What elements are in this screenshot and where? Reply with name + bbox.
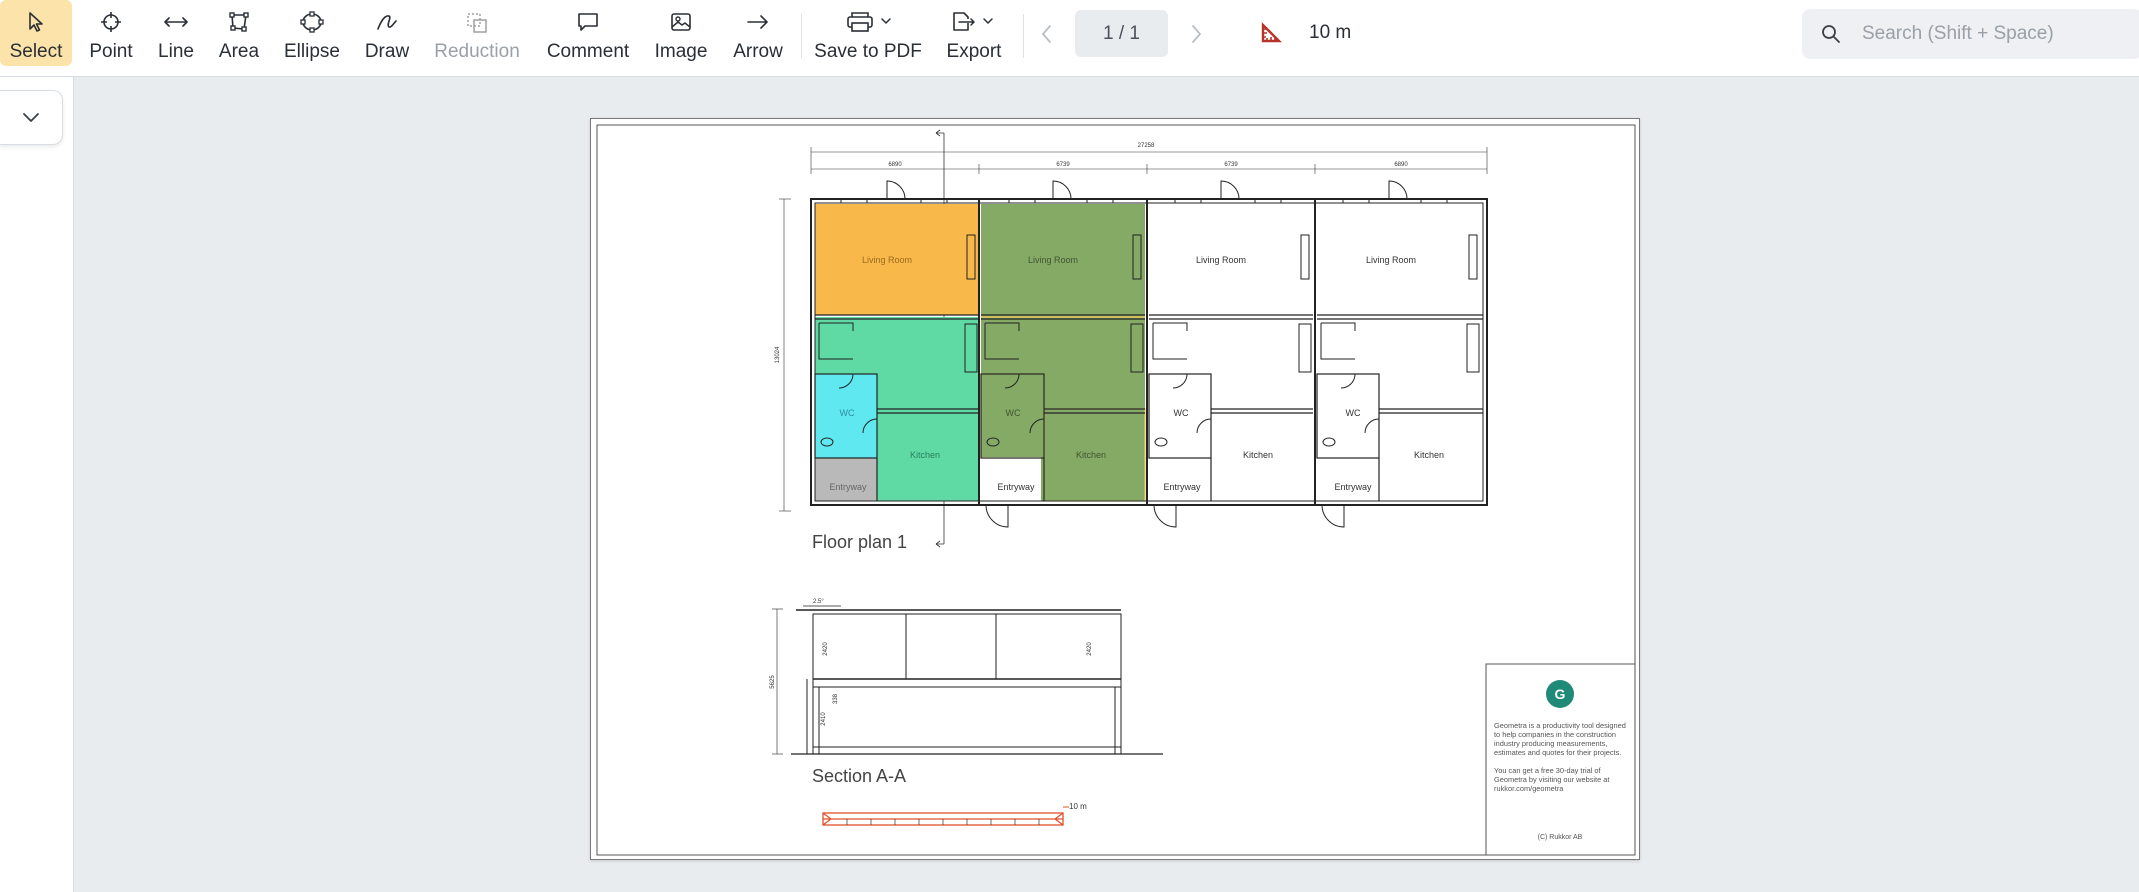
reduction-tool-label: Reduction <box>434 41 520 62</box>
toolbar-separator <box>1023 14 1024 58</box>
room-label-kitchen-1: Kitchen <box>910 450 940 460</box>
export-icon <box>944 10 1004 34</box>
next-page-button[interactable] <box>1184 20 1208 48</box>
chevron-left-icon <box>1041 25 1051 43</box>
area-tool-label: Area <box>218 41 260 62</box>
drawing-sheet[interactable]: 27258 6890 6739 6739 6890 13024 Living R… <box>590 118 1640 860</box>
reduction-tool-button[interactable]: Reduction <box>430 0 524 66</box>
section-drawing <box>772 605 1163 755</box>
export-label: Export <box>946 41 1002 62</box>
double-arrow-icon <box>163 10 189 34</box>
section-title: Section A-A <box>812 766 907 786</box>
dimension-unit-c: 6739 <box>1224 162 1238 168</box>
arrow-tool-button[interactable]: Arrow <box>727 0 789 66</box>
room-label-entryway-2: Entryway <box>997 482 1035 492</box>
dimension-unit-b: 6739 <box>1056 162 1070 168</box>
room-label-entryway-4: Entryway <box>1334 482 1372 492</box>
scale-bar-label: 10 m <box>1069 802 1087 811</box>
printer-icon <box>838 10 898 34</box>
ellipse-icon <box>299 10 325 34</box>
dimension-section-h3: 2410 <box>821 712 827 726</box>
dimension-unit-d: 6890 <box>1394 162 1408 168</box>
floor-plan-drawing: 27258 6890 6739 6739 6890 13024 Living R… <box>596 124 1636 856</box>
freehand-icon <box>374 10 400 34</box>
dimension-unit-a: 6890 <box>888 162 902 168</box>
reduction-icon <box>464 10 490 34</box>
room-label-kitchen-4: Kitchen <box>1414 450 1444 460</box>
room-label-kitchen-2: Kitchen <box>1076 450 1106 460</box>
dimension-total-width: 27258 <box>1138 143 1155 149</box>
export-button[interactable]: Export <box>940 0 1008 66</box>
save-to-pdf-button[interactable]: Save to PDF <box>812 0 924 66</box>
room-label-living-3: Living Room <box>1196 255 1246 265</box>
line-tool-label: Line <box>158 41 194 62</box>
search-input[interactable] <box>1862 23 2139 45</box>
comment-tool-label: Comment <box>546 41 630 62</box>
scale-label[interactable]: 10 m <box>1309 22 1351 44</box>
point-tool-button[interactable]: Point <box>81 0 141 66</box>
toolbar: Select Point Line Area Ellipse Draw Redu… <box>0 0 2139 77</box>
floor-plan-title: Floor plan 1 <box>812 532 908 552</box>
dimension-section-height: 5625 <box>770 675 776 689</box>
room-label-wc-4: WC <box>1346 408 1361 418</box>
entryway-area-2 <box>981 457 1041 501</box>
dimension-roof-pitch: 2.5° <box>813 599 824 605</box>
image-tool-button[interactable]: Image <box>651 0 711 66</box>
ellipse-tool-label: Ellipse <box>284 41 340 62</box>
title-block-trial-text: You can get a free 30-day trial of Geome… <box>1494 766 1610 793</box>
toolbar-separator <box>801 14 802 58</box>
dimension-section-h2: 2420 <box>1087 642 1093 656</box>
page-indicator[interactable]: 1 / 1 <box>1075 10 1168 57</box>
title-block-description: Geometra is a productivity tool designed… <box>1494 721 1626 757</box>
room-label-entryway-3: Entryway <box>1163 482 1201 492</box>
draw-tool-button[interactable]: Draw <box>361 0 413 66</box>
chevron-right-icon <box>1192 25 1202 43</box>
room-label-living-2: Living Room <box>1028 255 1078 265</box>
select-tool-button[interactable]: Select <box>0 0 72 66</box>
room-label-living-4: Living Room <box>1366 255 1416 265</box>
room-label-living-1: Living Room <box>862 255 912 265</box>
point-tool-label: Point <box>89 41 133 62</box>
previous-page-button[interactable] <box>1035 20 1059 48</box>
entryway-area-1[interactable] <box>815 458 877 501</box>
area-tool-button[interactable]: Area <box>214 0 264 66</box>
image-tool-label: Image <box>654 41 708 62</box>
save-to-pdf-label: Save to PDF <box>814 41 922 62</box>
image-icon <box>668 10 694 34</box>
arrow-right-icon <box>745 10 771 34</box>
unit-2-area[interactable] <box>981 204 1145 501</box>
cursor-arrow-icon <box>23 10 49 34</box>
left-sidebar <box>0 77 74 892</box>
arrow-tool-label: Arrow <box>733 41 783 62</box>
room-label-kitchen-3: Kitchen <box>1243 450 1273 460</box>
speech-bubble-icon <box>575 10 601 34</box>
dimension-section-h4: 338 <box>833 693 839 704</box>
title-block-copyright: (C) Rukkor AB <box>1537 834 1583 841</box>
room-label-wc-1: WC <box>840 408 855 418</box>
chevron-down-icon <box>23 112 39 122</box>
room-label-wc-2: WC <box>1006 408 1021 418</box>
search-box[interactable] <box>1802 9 2139 59</box>
draw-tool-label: Draw <box>364 41 410 62</box>
line-tool-button[interactable]: Line <box>152 0 200 66</box>
polygon-icon <box>226 10 252 34</box>
room-label-wc-3: WC <box>1174 408 1189 418</box>
scale-bar[interactable] <box>822 806 1069 826</box>
search-icon <box>1820 23 1842 45</box>
dimension-section-h1: 2420 <box>823 642 829 656</box>
select-tool-label: Select <box>9 41 63 62</box>
sidebar-toggle-button[interactable] <box>0 90 63 145</box>
crosshair-icon <box>98 10 124 34</box>
room-label-entryway-1: Entryway <box>829 482 867 492</box>
comment-tool-button[interactable]: Comment <box>542 0 634 66</box>
title-block: G Geometra is a productivity tool design… <box>1486 664 1634 852</box>
ruler-scale-icon[interactable] <box>1260 22 1282 44</box>
dimension-depth: 13024 <box>775 346 781 363</box>
geometra-logo: G <box>1546 680 1574 708</box>
ellipse-tool-button[interactable]: Ellipse <box>278 0 346 66</box>
